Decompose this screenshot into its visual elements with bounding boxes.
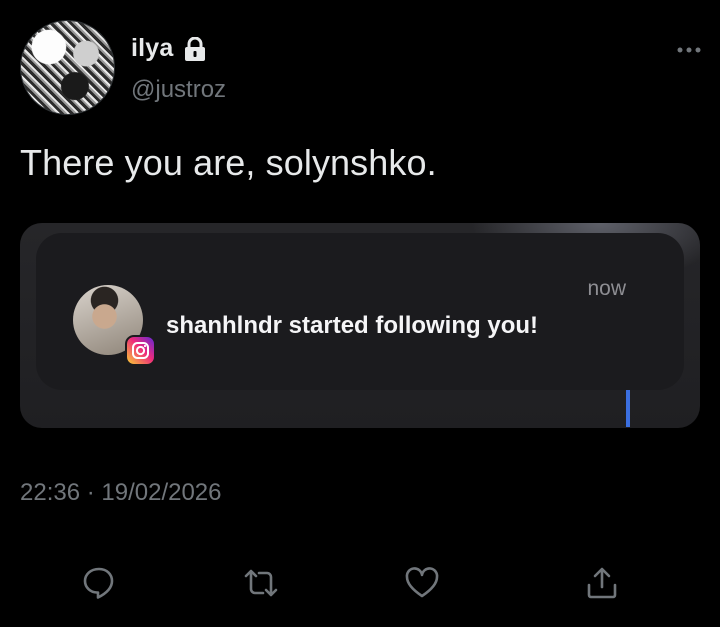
author-name-row: ilya (131, 34, 206, 63)
reply-icon[interactable] (81, 565, 117, 601)
notification-time: now (587, 277, 626, 300)
share-icon[interactable] (584, 565, 620, 601)
like-icon[interactable] (404, 565, 440, 601)
tweet-timestamp[interactable]: 22:36 · 19/02/2026 (20, 479, 222, 507)
notification-banner: shanhlndr started following you! now (36, 233, 684, 390)
retweet-icon[interactable] (243, 565, 279, 601)
media-background-edge (626, 389, 630, 427)
notification-message: shanhlndr started following you! (166, 312, 538, 339)
instagram-icon (125, 335, 156, 366)
more-horizontal-icon[interactable] (676, 42, 702, 53)
lock-icon (184, 36, 206, 61)
tweet-text: There you are, solynshko. (20, 142, 437, 183)
tweet-media-image[interactable]: shanhlndr started following you! now (20, 223, 700, 428)
author-handle[interactable]: @justroz (131, 76, 226, 104)
author-name[interactable]: ilya (131, 34, 174, 63)
author-avatar[interactable] (20, 20, 115, 115)
